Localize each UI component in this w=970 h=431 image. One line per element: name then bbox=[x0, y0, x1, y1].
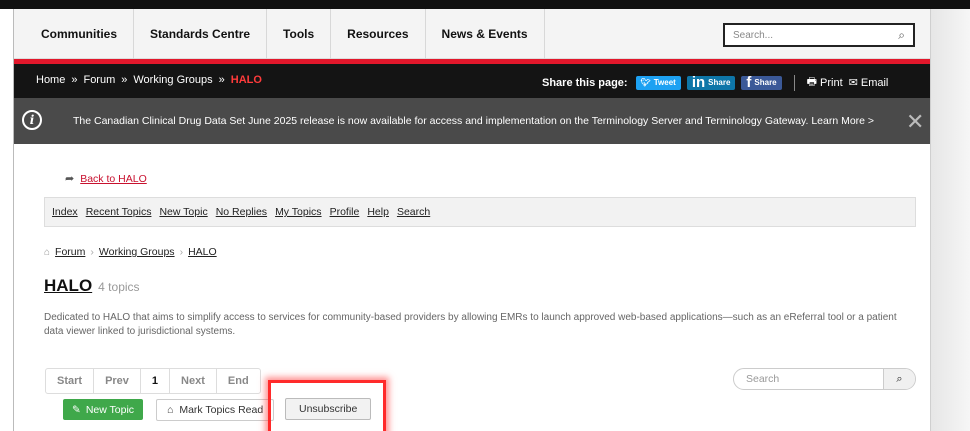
forum-nav-index[interactable]: Index bbox=[52, 206, 78, 218]
nav-communities[interactable]: Communities bbox=[14, 9, 135, 59]
crumb-separator: » bbox=[71, 74, 78, 86]
crumb-forum[interactable]: Forum bbox=[83, 74, 115, 86]
forum-breadcrumb: ⌂ Forum › Working Groups › HALO bbox=[44, 246, 217, 258]
forum-search-placeholder: Search bbox=[746, 373, 780, 385]
forum-crumb-forum[interactable]: Forum bbox=[55, 246, 85, 258]
right-scroll-area bbox=[930, 9, 970, 431]
crumb-chevron-icon: › bbox=[179, 246, 184, 258]
new-topic-button[interactable]: ✎ New Topic bbox=[63, 399, 144, 420]
main-nav: Communities Standards Centre Tools Resou… bbox=[14, 9, 930, 59]
email-link[interactable]: ✉ Email bbox=[848, 76, 889, 90]
forum-crumb-halo[interactable]: HALO bbox=[188, 246, 217, 258]
nav-tools[interactable]: Tools bbox=[267, 9, 332, 59]
forum-search-input[interactable]: Search ⌕ bbox=[733, 368, 916, 390]
site-search-input[interactable]: Search... ⌕ bbox=[723, 23, 915, 47]
tweet-button[interactable]: 🐦︎ Tweet bbox=[635, 75, 681, 90]
breadcrumb-bar: Home » Forum » Working Groups » HALO Sha… bbox=[14, 64, 930, 98]
highlight-box bbox=[268, 380, 386, 431]
crumb-home[interactable]: Home bbox=[36, 74, 65, 86]
page-next[interactable]: Next bbox=[170, 369, 217, 393]
nav-resources[interactable]: Resources bbox=[331, 9, 426, 59]
close-icon[interactable]: ✕ bbox=[906, 109, 924, 135]
forum-nav-recent-topics[interactable]: Recent Topics bbox=[86, 206, 152, 218]
site-search-placeholder: Search... bbox=[733, 29, 774, 41]
forum-nav-no-replies[interactable]: No Replies bbox=[216, 206, 267, 218]
forum-nav: Index Recent Topics New Topic No Replies… bbox=[44, 197, 916, 227]
crumb-working-groups[interactable]: Working Groups bbox=[133, 74, 212, 86]
forum-description: Dedicated to HALO that aims to simplify … bbox=[44, 312, 897, 337]
back-to-halo-link[interactable]: Back to HALO bbox=[80, 173, 147, 185]
topic-count: 4 topics bbox=[98, 280, 140, 294]
new-topic-label: New Topic bbox=[85, 403, 135, 416]
crumb-chevron-icon: › bbox=[90, 246, 94, 258]
facebook-share-button[interactable]: f Share bbox=[741, 74, 782, 91]
announcement-message[interactable]: The Canadian Clinical Drug Data Set June… bbox=[73, 115, 874, 127]
print-link[interactable]: 🖶︎ Print bbox=[807, 73, 843, 92]
forum-nav-search[interactable]: Search bbox=[397, 206, 430, 218]
search-icon[interactable]: ⌕ bbox=[883, 369, 915, 389]
forum-header: HALO 4 topics bbox=[44, 276, 140, 296]
mark-read-label: Mark Topics Read bbox=[179, 404, 264, 416]
mark-topics-read-button[interactable]: ⌂ Mark Topics Read bbox=[156, 399, 275, 421]
forum-nav-new-topic[interactable]: New Topic bbox=[159, 206, 207, 218]
info-icon: i bbox=[22, 110, 42, 130]
page-end[interactable]: End bbox=[217, 369, 260, 393]
breadcrumb: Home » Forum » Working Groups » HALO bbox=[36, 74, 262, 86]
back-link-row: ➦ Back to HALO bbox=[65, 172, 147, 186]
forum-nav-profile[interactable]: Profile bbox=[330, 206, 360, 218]
forum-nav-my-topics[interactable]: My Topics bbox=[275, 206, 322, 218]
print-icon: 🖶︎ bbox=[806, 76, 818, 88]
linkedin-icon: in bbox=[691, 74, 706, 91]
linkedin-share-button[interactable]: in Share bbox=[686, 74, 736, 91]
facebook-label: Share bbox=[754, 78, 777, 87]
forum-crumb-working-groups[interactable]: Working Groups bbox=[99, 246, 175, 258]
crumb-separator: » bbox=[121, 74, 128, 86]
nav-standards-centre[interactable]: Standards Centre bbox=[134, 9, 268, 59]
edit-icon: ✎ bbox=[72, 403, 81, 416]
linkedin-label: Share bbox=[708, 78, 731, 87]
share-tools: Share this page: 🐦︎ Tweet in Share f Share … bbox=[542, 73, 888, 92]
twitter-icon: 🐦︎ bbox=[640, 78, 651, 87]
facebook-icon: f bbox=[746, 74, 752, 91]
crumb-separator: » bbox=[218, 74, 225, 86]
page-current[interactable]: 1 bbox=[141, 369, 171, 393]
forum-nav-help[interactable]: Help bbox=[367, 206, 389, 218]
inbox-icon: ⌂ bbox=[167, 404, 174, 416]
share-arrow-icon: ➦ bbox=[65, 173, 75, 185]
tweet-label: Tweet bbox=[653, 78, 676, 87]
print-label: Print bbox=[820, 76, 843, 89]
email-icon: ✉ bbox=[848, 77, 858, 89]
forum-title[interactable]: HALO bbox=[44, 276, 92, 296]
nav-news-events[interactable]: News & Events bbox=[426, 9, 545, 59]
share-label: Share this page: bbox=[542, 76, 628, 89]
pagination: Start Prev 1 Next End bbox=[45, 368, 261, 394]
page-start[interactable]: Start bbox=[46, 369, 95, 393]
announcement-banner: i The Canadian Clinical Drug Data Set Ju… bbox=[14, 98, 930, 144]
email-label: Email bbox=[860, 76, 889, 89]
page-prev[interactable]: Prev bbox=[94, 369, 141, 393]
home-icon: ⌂ bbox=[44, 246, 51, 258]
top-edge bbox=[0, 0, 970, 9]
crumb-current: HALO bbox=[230, 74, 262, 86]
divider bbox=[793, 74, 795, 91]
search-icon[interactable]: ⌕ bbox=[898, 28, 905, 43]
